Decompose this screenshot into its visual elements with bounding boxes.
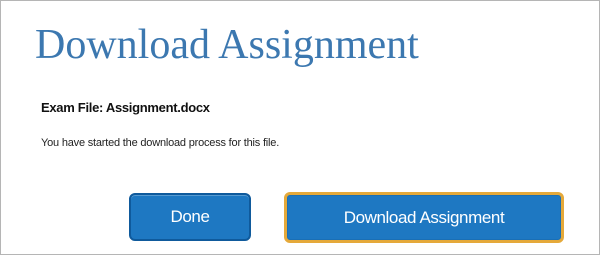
- exam-file-label: Exam File: Assignment.docx: [41, 100, 210, 115]
- download-assignment-button[interactable]: Download Assignment: [284, 192, 564, 243]
- download-status-message: You have started the download process fo…: [41, 137, 280, 149]
- download-dialog: Download Assignment Exam File: Assignmen…: [0, 0, 600, 255]
- done-button[interactable]: Done: [129, 193, 251, 241]
- dialog-title: Download Assignment: [35, 22, 419, 68]
